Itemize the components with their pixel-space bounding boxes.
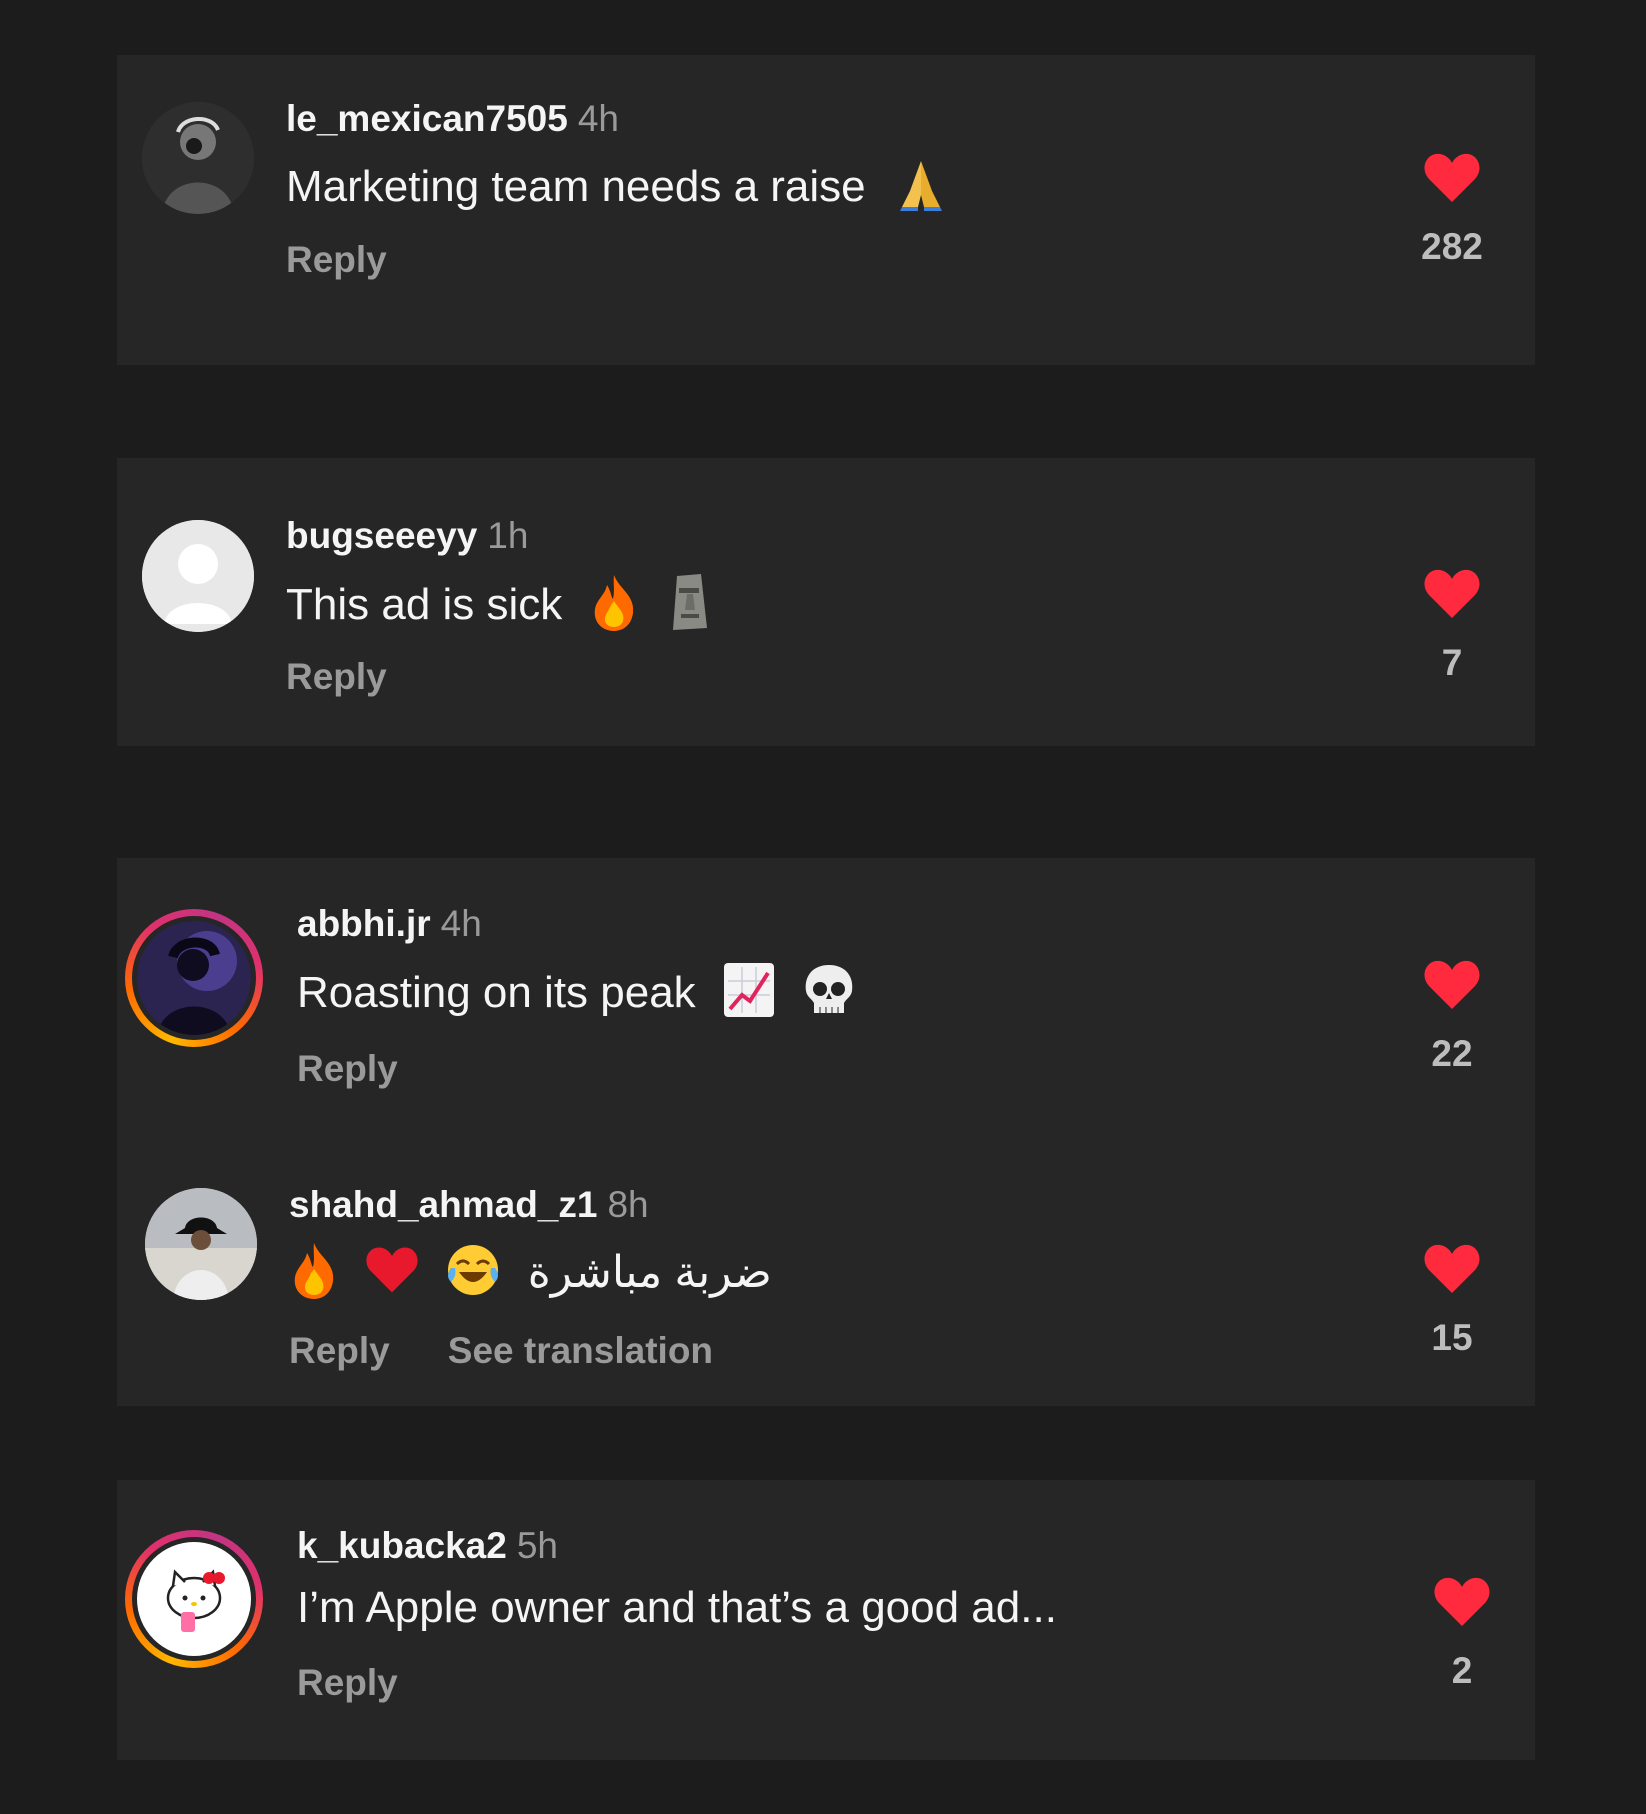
timestamp: 5h bbox=[516, 1525, 558, 1566]
timestamp: 4h bbox=[440, 903, 482, 944]
like-count: 7 bbox=[1441, 642, 1463, 683]
reply-button[interactable]: Reply bbox=[286, 656, 387, 697]
heart-icon bbox=[1424, 960, 1480, 1009]
username[interactable]: abbhi.jr bbox=[297, 903, 431, 944]
avatar[interactable] bbox=[142, 102, 254, 214]
like-count: 282 bbox=[1421, 226, 1483, 267]
avatar-photo-icon bbox=[137, 921, 251, 1035]
face-with-tears-of-joy-icon bbox=[445, 1242, 501, 1309]
avatar[interactable] bbox=[142, 520, 254, 632]
moai-icon bbox=[665, 572, 713, 643]
fire-icon bbox=[289, 1241, 339, 1310]
comment-card-4: k_kubacka2 5h I’m Apple owner and that’s … bbox=[117, 1480, 1535, 1760]
fire-icon bbox=[589, 573, 639, 642]
timestamp: 1h bbox=[487, 515, 529, 556]
like-count: 15 bbox=[1431, 1317, 1473, 1358]
avatar-photo-icon bbox=[145, 1188, 257, 1300]
heart-icon bbox=[1434, 1577, 1490, 1626]
comment-text: ضربة مباشرة bbox=[289, 1241, 772, 1310]
username[interactable]: le_mexican7505 bbox=[286, 98, 568, 139]
reply-button[interactable]: Reply bbox=[286, 239, 387, 280]
see-translation-button[interactable]: See translation bbox=[448, 1330, 713, 1371]
heart-icon bbox=[1424, 153, 1480, 202]
hello-kitty-icon bbox=[137, 1542, 251, 1656]
comment-text: Marketing team needs a raise bbox=[286, 155, 950, 224]
like-button[interactable]: 7 bbox=[1407, 568, 1497, 684]
like-count: 22 bbox=[1431, 1033, 1473, 1074]
comment-text: This ad is sick bbox=[286, 572, 713, 643]
like-count: 2 bbox=[1451, 1650, 1473, 1691]
avatar-photo-icon bbox=[142, 102, 254, 214]
username[interactable]: shahd_ahmad_z1 bbox=[289, 1184, 597, 1225]
comment-text: Roasting on its peak bbox=[297, 961, 856, 1030]
like-button[interactable]: 15 bbox=[1407, 1243, 1497, 1359]
skull-icon bbox=[802, 961, 856, 1030]
timestamp: 4h bbox=[577, 98, 619, 139]
chart-increasing-icon bbox=[722, 961, 776, 1030]
like-button[interactable]: 2 bbox=[1417, 1576, 1507, 1692]
red-heart-icon bbox=[365, 1245, 419, 1306]
reply-button[interactable]: Reply bbox=[297, 1662, 398, 1703]
heart-icon bbox=[1424, 1244, 1480, 1293]
avatar-story-ring[interactable] bbox=[125, 1530, 263, 1668]
comment-card-1: le_mexican7505 4h Marketing team needs a … bbox=[117, 55, 1535, 365]
comment-card-3: abbhi.jr 4h Roasting on its peak Reply 2… bbox=[117, 858, 1535, 1406]
folded-hands-icon bbox=[892, 155, 950, 224]
username[interactable]: k_kubacka2 bbox=[297, 1525, 507, 1566]
reply-button[interactable]: Reply bbox=[297, 1048, 398, 1089]
avatar-story-ring[interactable] bbox=[125, 909, 263, 1047]
comment-text: I’m Apple owner and that’s a good ad... bbox=[297, 1583, 1057, 1632]
username[interactable]: bugseeeyy bbox=[286, 515, 477, 556]
default-avatar-icon bbox=[142, 520, 254, 632]
avatar[interactable] bbox=[145, 1188, 257, 1300]
reply-button[interactable]: Reply bbox=[289, 1330, 390, 1371]
comment-card-2: bugseeeyy 1h This ad is sick Reply 7 bbox=[117, 458, 1535, 746]
like-button[interactable]: 22 bbox=[1407, 959, 1497, 1075]
timestamp: 8h bbox=[607, 1184, 649, 1225]
like-button[interactable]: 282 bbox=[1407, 152, 1497, 268]
heart-icon bbox=[1424, 569, 1480, 618]
